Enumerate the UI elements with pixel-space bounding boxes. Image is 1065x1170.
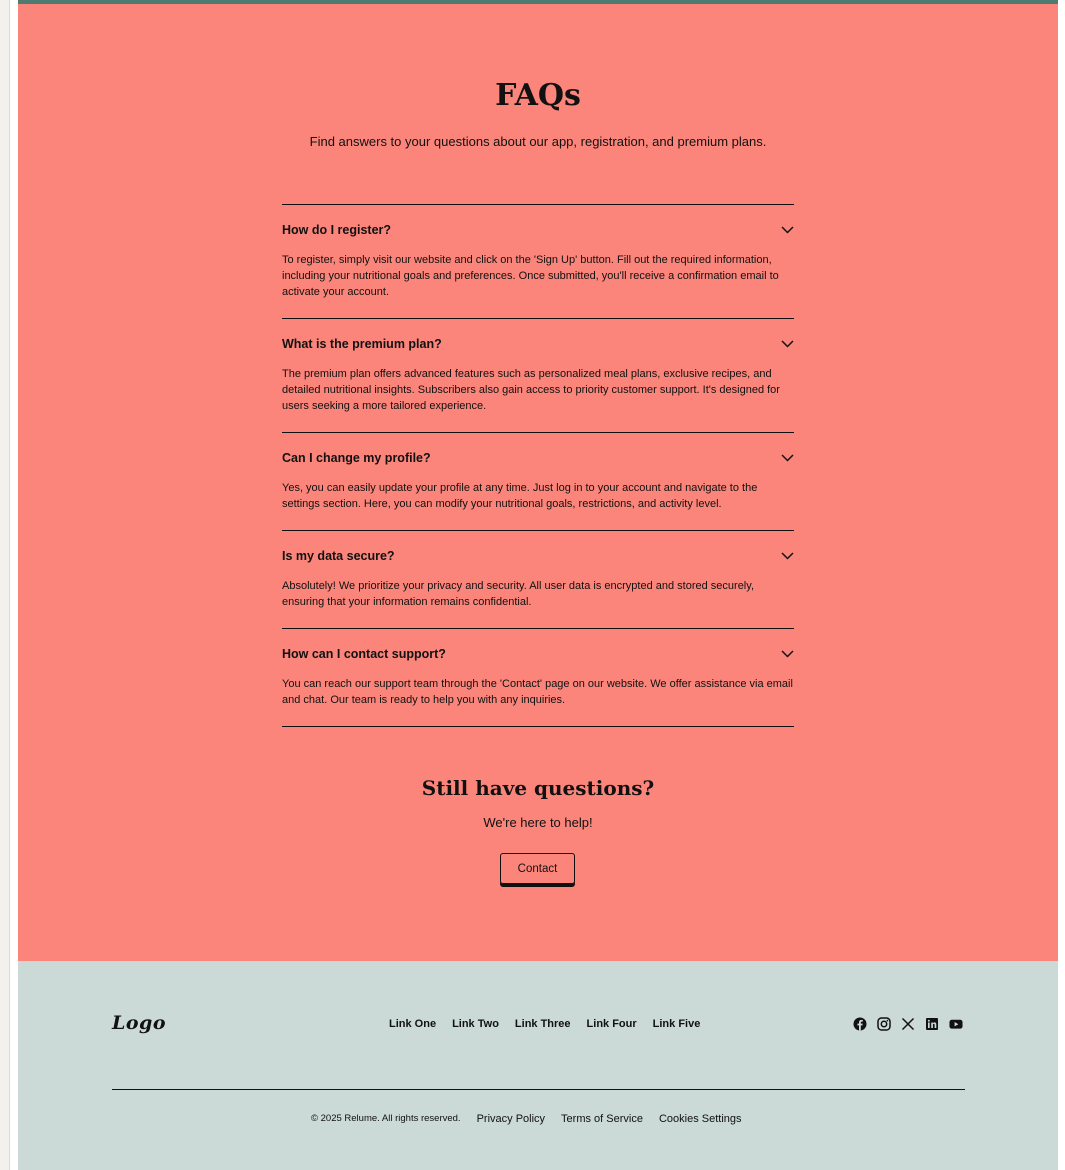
chevron-down-icon[interactable] xyxy=(780,223,794,237)
chevron-down-icon[interactable] xyxy=(780,337,794,351)
social-icons xyxy=(853,1017,963,1031)
contact-button[interactable]: Contact xyxy=(500,853,575,884)
faq-answer: Yes, you can easily update your profile … xyxy=(282,482,758,510)
faq-item-register: How do I register? To register, simply v… xyxy=(282,205,794,319)
faq-answer: You can reach our support team through t… xyxy=(282,678,793,706)
faq-subtitle: Find answers to your questions about our… xyxy=(309,134,767,149)
faq-question: What is the premium plan? xyxy=(282,337,442,351)
footer-divider xyxy=(112,1089,965,1090)
faq-item-premium-plan: What is the premium plan? The premium pl… xyxy=(282,319,794,433)
faq-question: How can I contact support? xyxy=(282,647,446,661)
faq-section: FAQs Find answers to your questions abou… xyxy=(18,4,1058,961)
faq-question: Can I change my profile? xyxy=(282,451,431,465)
faq-question-toggle[interactable]: What is the premium plan? xyxy=(282,335,794,353)
copyright-text: © 2025 Relume. All rights reserved. xyxy=(311,1113,461,1124)
footer-logo[interactable]: Logo xyxy=(112,1010,166,1036)
youtube-icon[interactable] xyxy=(949,1017,963,1031)
faq-item-contact-support: How can I contact support? You can reach… xyxy=(282,629,794,727)
faq-question: How do I register? xyxy=(282,223,392,237)
instagram-icon[interactable] xyxy=(877,1017,891,1031)
chevron-down-icon[interactable] xyxy=(780,451,794,465)
faq-answer: The premium plan offers advanced feature… xyxy=(282,368,780,412)
faq-question-toggle[interactable]: How do I register? xyxy=(282,221,794,239)
faq-answer: To register, simply visit our website an… xyxy=(282,254,779,298)
cta-title: Still have questions? xyxy=(421,776,655,800)
footer-link-four[interactable]: Link Four xyxy=(587,1016,637,1032)
footer-bottom: © 2025 Relume. All rights reserved. Priv… xyxy=(311,1111,742,1127)
footer-link-two[interactable]: Link Two xyxy=(452,1016,499,1032)
cookies-settings-link[interactable]: Cookies Settings xyxy=(659,1111,742,1127)
faq-title: FAQs xyxy=(495,78,581,113)
faq-question-toggle[interactable]: Is my data secure? xyxy=(282,547,794,565)
x-icon[interactable] xyxy=(901,1017,915,1031)
footer: Logo Link One Link Two Link Three Link F… xyxy=(18,961,1058,1170)
chevron-down-icon[interactable] xyxy=(780,549,794,563)
footer-nav: Link One Link Two Link Three Link Four L… xyxy=(389,1016,700,1032)
linkedin-icon[interactable] xyxy=(925,1017,939,1031)
chevron-down-icon[interactable] xyxy=(780,647,794,661)
left-divider xyxy=(9,0,10,1170)
cta-subtitle: We're here to help! xyxy=(483,815,593,830)
faq-item-change-profile: Can I change my profile? Yes, you can ea… xyxy=(282,433,794,531)
faq-answer: Absolutely! We prioritize your privacy a… xyxy=(282,580,754,608)
footer-link-five[interactable]: Link Five xyxy=(653,1016,701,1032)
page: FAQs Find answers to your questions abou… xyxy=(18,0,1058,1170)
privacy-policy-link[interactable]: Privacy Policy xyxy=(477,1111,545,1127)
faq-list: How do I register? To register, simply v… xyxy=(282,204,794,727)
faq-question-toggle[interactable]: Can I change my profile? xyxy=(282,449,794,467)
faq-question: Is my data secure? xyxy=(282,549,395,563)
terms-of-service-link[interactable]: Terms of Service xyxy=(561,1111,643,1127)
left-gutter xyxy=(0,0,9,1170)
faq-question-toggle[interactable]: How can I contact support? xyxy=(282,645,794,663)
footer-link-one[interactable]: Link One xyxy=(389,1016,436,1032)
faq-item-data-secure: Is my data secure? Absolutely! We priori… xyxy=(282,531,794,629)
facebook-icon[interactable] xyxy=(853,1017,867,1031)
footer-link-three[interactable]: Link Three xyxy=(515,1016,571,1032)
